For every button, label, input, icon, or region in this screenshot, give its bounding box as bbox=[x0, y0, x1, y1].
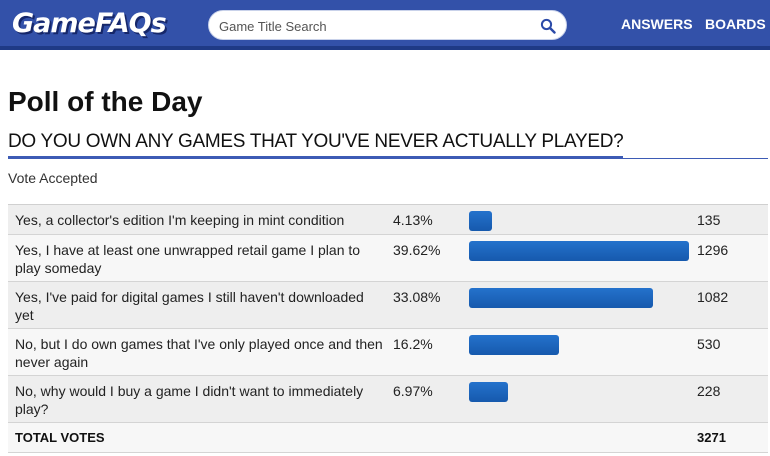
poll-option-text: Yes, I've paid for digital games I still… bbox=[15, 289, 364, 323]
poll-bar-track bbox=[469, 382, 689, 402]
poll-result-row: Yes, I've paid for digital games I still… bbox=[8, 282, 768, 329]
poll-question-heading: DO YOU OWN ANY GAMES THAT YOU'VE NEVER A… bbox=[8, 131, 768, 159]
total-votes-value: 3271 bbox=[697, 430, 726, 445]
poll-bar bbox=[469, 335, 559, 355]
poll-option-text: No, but I do own games that I've only pl… bbox=[15, 336, 383, 370]
poll-bar bbox=[469, 241, 689, 261]
poll-bar-track bbox=[469, 335, 689, 355]
poll-option-votes: 1082 bbox=[697, 289, 729, 305]
poll-bar-track bbox=[469, 241, 689, 261]
poll-bar bbox=[469, 211, 492, 231]
site-header: GameFAQs ANSWERS BOARDS bbox=[0, 0, 770, 50]
poll-total-row: TOTAL VOTES 3271 bbox=[8, 423, 768, 453]
nav-answers-link[interactable]: ANSWERS bbox=[621, 16, 693, 32]
poll-option-percent: 16.2% bbox=[393, 336, 433, 352]
poll-option-text: No, why would I buy a game I didn't want… bbox=[15, 383, 364, 417]
search-input[interactable] bbox=[219, 15, 539, 37]
poll-results-table: Yes, a collector's edition I'm keeping i… bbox=[8, 204, 768, 453]
poll-bar-track bbox=[469, 288, 689, 308]
poll-option-votes: 1296 bbox=[697, 242, 729, 258]
poll-question: DO YOU OWN ANY GAMES THAT YOU'VE NEVER A… bbox=[8, 131, 624, 158]
poll-result-row: No, but I do own games that I've only pl… bbox=[8, 329, 768, 376]
total-votes-label: TOTAL VOTES bbox=[15, 430, 105, 445]
poll-option-text: Yes, a collector's edition I'm keeping i… bbox=[15, 212, 345, 228]
poll-bar bbox=[469, 288, 653, 308]
nav-boards-link[interactable]: BOARDS bbox=[705, 16, 766, 32]
search-box[interactable] bbox=[208, 10, 567, 40]
poll-option-percent: 33.08% bbox=[393, 289, 441, 305]
poll-result-row: Yes, I have at least one unwrapped retai… bbox=[8, 235, 768, 282]
poll-option-percent: 6.97% bbox=[393, 383, 433, 399]
poll-option-percent: 39.62% bbox=[393, 242, 441, 258]
poll-option-votes: 228 bbox=[697, 383, 721, 399]
gamefaqs-logo[interactable]: GameFAQs bbox=[12, 8, 167, 39]
page-title: Poll of the Day bbox=[8, 86, 203, 117]
poll-bar-track bbox=[469, 211, 689, 231]
poll-option-votes: 135 bbox=[697, 212, 721, 228]
search-icon[interactable] bbox=[540, 18, 556, 34]
vote-status: Vote Accepted bbox=[8, 170, 98, 186]
poll-option-percent: 4.13% bbox=[393, 212, 433, 228]
poll-result-row: No, why would I buy a game I didn't want… bbox=[8, 376, 768, 423]
poll-option-votes: 530 bbox=[697, 336, 721, 352]
poll-bar bbox=[469, 382, 508, 402]
poll-option-text: Yes, I have at least one unwrapped retai… bbox=[15, 242, 361, 276]
poll-result-row: Yes, a collector's edition I'm keeping i… bbox=[8, 205, 768, 235]
